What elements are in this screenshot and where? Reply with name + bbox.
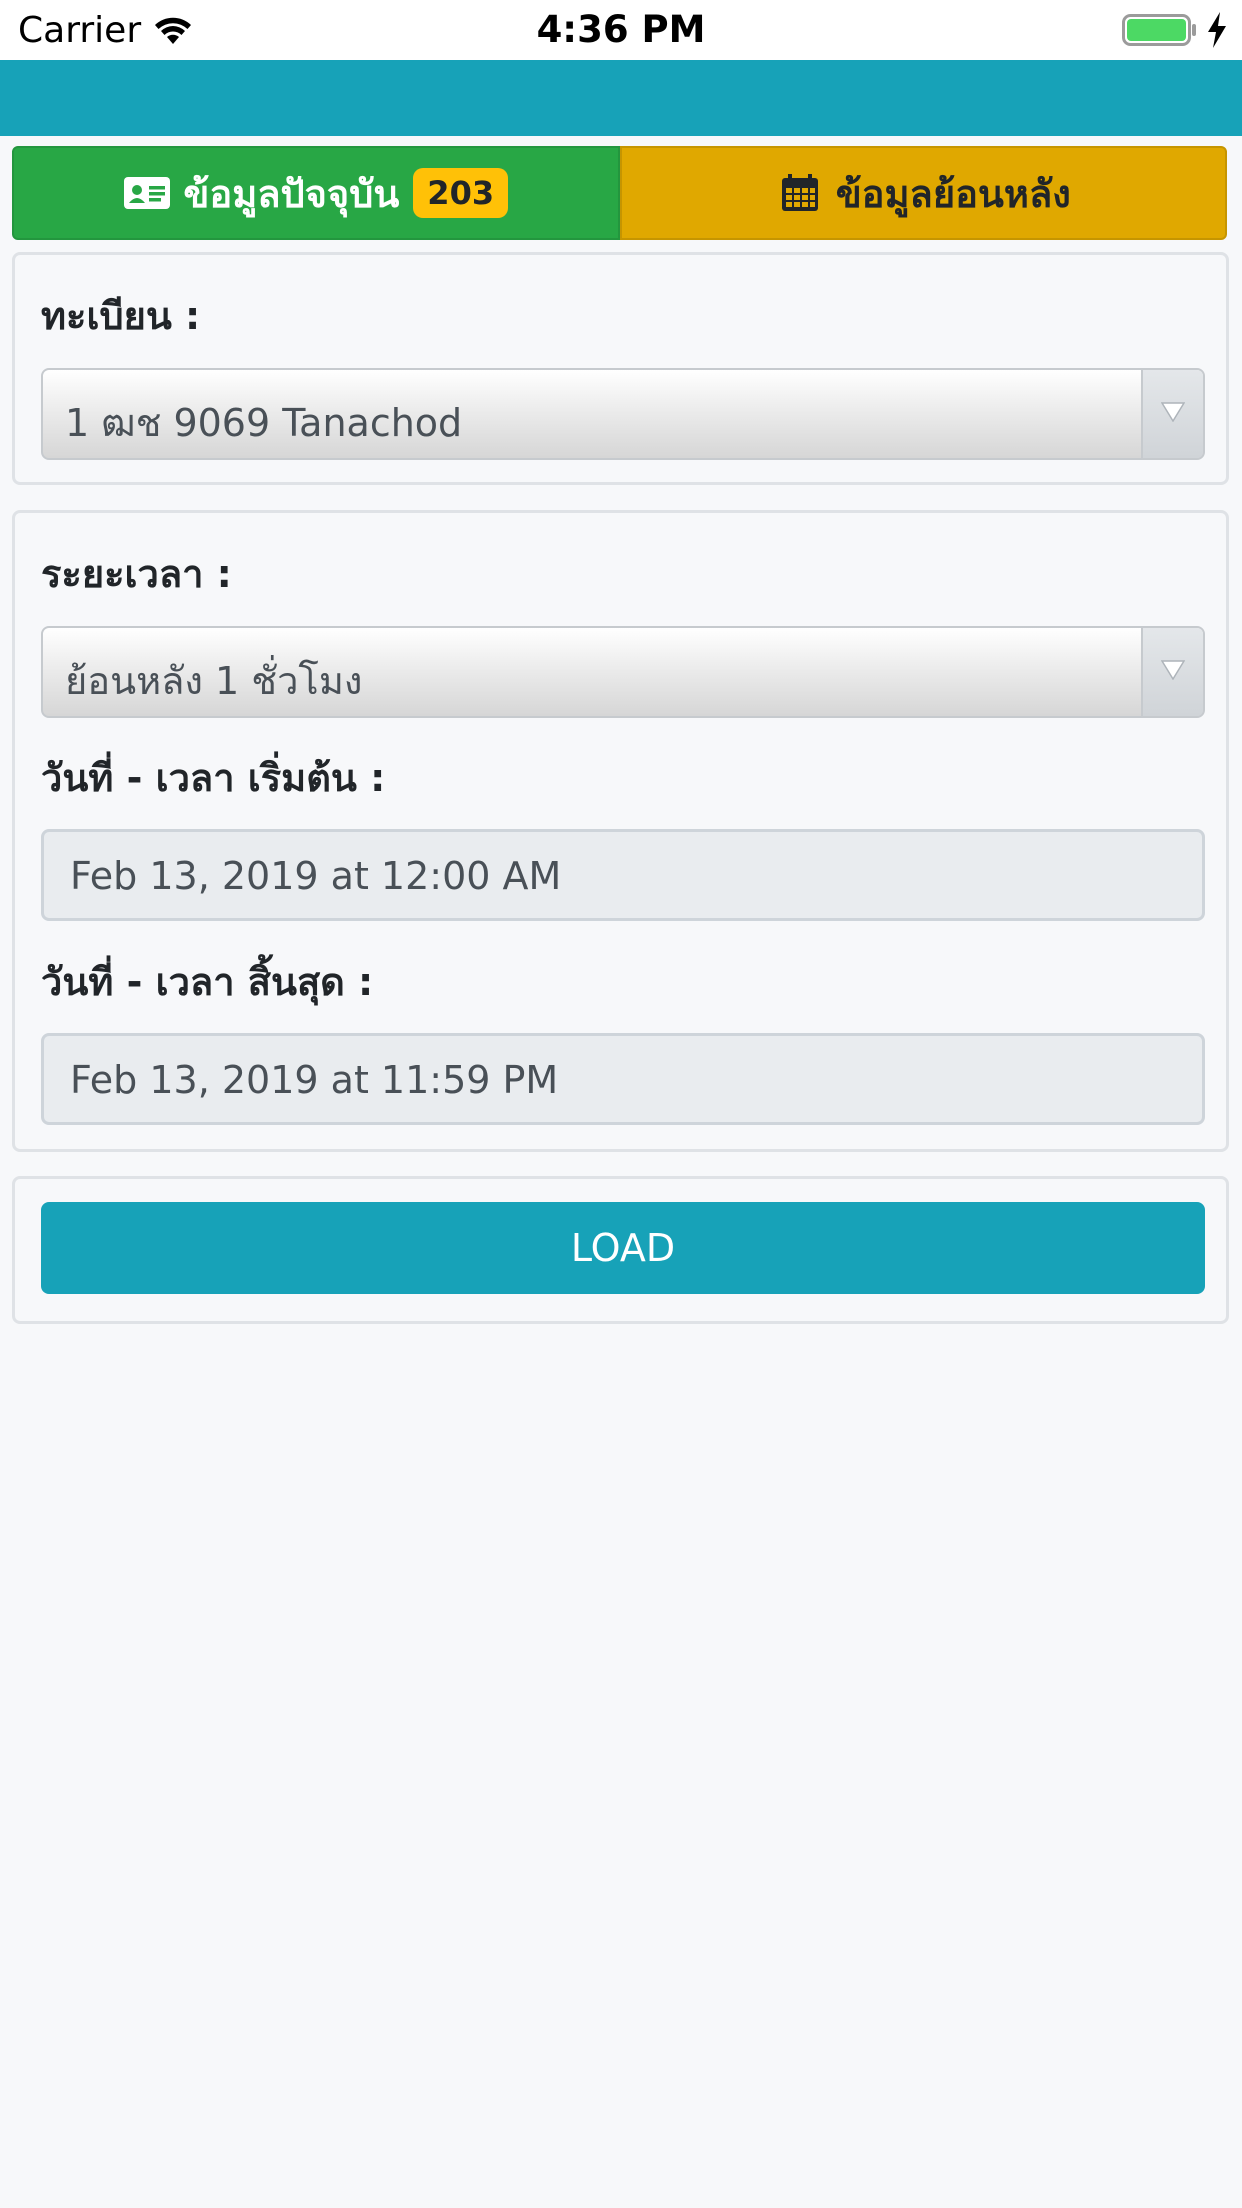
status-bar: Carrier 4:36 PM — [0, 0, 1242, 60]
period-select[interactable]: ย้อนหลัง 1 ชั่วโมง — [41, 626, 1205, 718]
tab-current-label: ข้อมูลปัจจุบัน — [183, 171, 400, 216]
plate-card: ทะเบียน : 1 ฒช 9069 Tanachod — [12, 252, 1229, 485]
app-header — [0, 60, 1242, 136]
start-datetime-label: วันที่ - เวลา เริ่มต้น : — [41, 756, 386, 800]
tab-history-data[interactable]: ข้อมูลย้อนหลัง — [619, 146, 1227, 240]
load-card: LOAD — [12, 1176, 1229, 1324]
start-datetime-input[interactable]: Feb 13, 2019 at 12:00 AM — [41, 829, 1205, 921]
load-button[interactable]: LOAD — [41, 1202, 1205, 1294]
chevron-down-icon — [1161, 660, 1185, 680]
plate-select-toggle[interactable] — [1141, 370, 1203, 458]
end-datetime-value: Feb 13, 2019 at 11:59 PM — [70, 1058, 559, 1102]
period-label: ระยะเวลา : — [41, 552, 232, 596]
end-datetime-label: วันที่ - เวลา สิ้นสุด : — [41, 960, 374, 1004]
count-badge: 203 — [413, 168, 509, 218]
tab-current-data[interactable]: ข้อมูลปัจจุบัน 203 — [12, 146, 620, 240]
battery-icon — [1122, 14, 1196, 46]
chevron-down-icon — [1161, 402, 1185, 422]
period-card: ระยะเวลา : ย้อนหลัง 1 ชั่วโมง วันที่ - เ… — [12, 510, 1229, 1152]
id-card-icon — [124, 177, 171, 209]
plate-select[interactable]: 1 ฒช 9069 Tanachod — [41, 368, 1205, 460]
tab-bar: ข้อมูลปัจจุบัน 203 ข้อมูลย้อนหลัง — [12, 146, 1227, 240]
plate-label: ทะเบียน : — [41, 294, 201, 338]
period-select-value: ย้อนหลัง 1 ชั่วโมง — [65, 659, 363, 703]
calendar-icon — [781, 174, 818, 211]
start-datetime-value: Feb 13, 2019 at 12:00 AM — [70, 854, 562, 898]
tab-history-label: ข้อมูลย้อนหลัง — [835, 171, 1071, 216]
charging-bolt-icon — [1208, 12, 1226, 48]
plate-select-value: 1 ฒช 9069 Tanachod — [65, 401, 463, 445]
status-time: 4:36 PM — [536, 8, 706, 51]
period-select-toggle[interactable] — [1141, 628, 1203, 716]
end-datetime-input[interactable]: Feb 13, 2019 at 11:59 PM — [41, 1033, 1205, 1125]
